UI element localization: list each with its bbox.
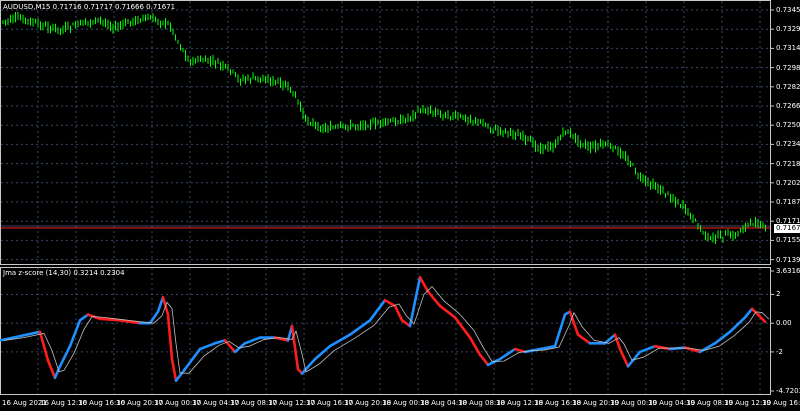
zscore-segment	[393, 304, 404, 322]
zscore-segment	[478, 353, 490, 367]
zscore-segment	[743, 307, 754, 319]
zscore-segment	[78, 313, 90, 322]
signal-line	[3, 285, 770, 374]
main-frame	[0, 0, 771, 265]
zscore-segment	[438, 304, 457, 319]
zscore-segment	[148, 310, 160, 325]
price-axis-label: 0.72185	[776, 159, 800, 168]
indicator-scale-label: -2	[776, 347, 783, 356]
price-axis-label: 0.73140	[776, 44, 800, 53]
zscore-segment	[453, 316, 472, 339]
zscore-segment	[653, 344, 672, 351]
zscore-segment	[383, 298, 397, 308]
zscore-segment	[418, 275, 430, 293]
price-axis-label: 0.72820	[776, 82, 800, 91]
zscore-segment	[553, 313, 567, 348]
zscore-segment	[498, 347, 517, 361]
price-axis-label: 0.71870	[776, 198, 800, 206]
indicator-title: Jma z-score (14,30) 0.3214 0.2304	[3, 269, 125, 277]
zscore-segment	[603, 333, 617, 345]
price-axis-label: 0.71390	[776, 255, 800, 264]
indicator-pane[interactable]: Jma z-score (14,30) 0.3214 0.2304 3.6316…	[0, 267, 800, 395]
indicator-frame	[0, 267, 771, 395]
zscore-segment	[213, 339, 227, 345]
zscore-segment	[400, 319, 412, 328]
zscore-segment	[170, 357, 178, 382]
time-axis: 16 Aug 2021 16 Aug 12:30 16 Aug 16:30 16 Au…	[0, 395, 800, 411]
zscore-segment	[38, 330, 50, 362]
price-chart-svg[interactable]	[0, 0, 800, 265]
price-axis-label: 0.73455	[776, 6, 800, 14]
indicator-scale-label: 0.00	[776, 319, 792, 328]
price-axis-label: 0.72505	[776, 121, 800, 130]
symbol-title: AUDUSD,M15 0.71716 0.71717 0.71666 0.716…	[3, 3, 176, 11]
price-axis-label: 0.71710	[776, 217, 800, 226]
zscore-segment	[166, 313, 174, 361]
zscore-segment	[756, 313, 767, 324]
zscore-segment	[728, 316, 747, 334]
zscore-segment	[613, 333, 622, 351]
zscore-segment	[156, 296, 165, 313]
zscore-segment	[626, 350, 642, 368]
zscore-segment	[348, 319, 372, 336]
price-axis-label: 0.72660	[776, 102, 800, 110]
zscore-segment	[18, 330, 42, 338]
zscore-segment	[46, 359, 57, 380]
zscore-segment	[368, 298, 387, 322]
zscore-segment	[576, 333, 592, 345]
main-chart-pane[interactable]: AUDUSD,M15 0.71716 0.71717 0.71666 0.716…	[0, 0, 800, 265]
price-axis-label: 0.71550	[776, 236, 800, 245]
indicator-chart-svg[interactable]	[0, 267, 800, 395]
time-axis-label: 19 Aug 16:30	[762, 399, 800, 407]
zscore-segment	[638, 344, 657, 354]
price-axis-label: 0.73295	[776, 25, 800, 34]
indicator-scale-label: 3.6316	[776, 267, 800, 275]
price-axis-label: 0.72025	[776, 178, 800, 187]
zscore-segment	[313, 344, 332, 361]
indicator-scale-label: 2	[776, 290, 781, 299]
price-axis-label: 0.72980	[776, 63, 800, 72]
zscore-segment	[328, 333, 352, 348]
zscore-segment	[174, 367, 187, 382]
price-axis-label: 0.72345	[776, 140, 800, 149]
zscore-segment	[198, 341, 217, 351]
